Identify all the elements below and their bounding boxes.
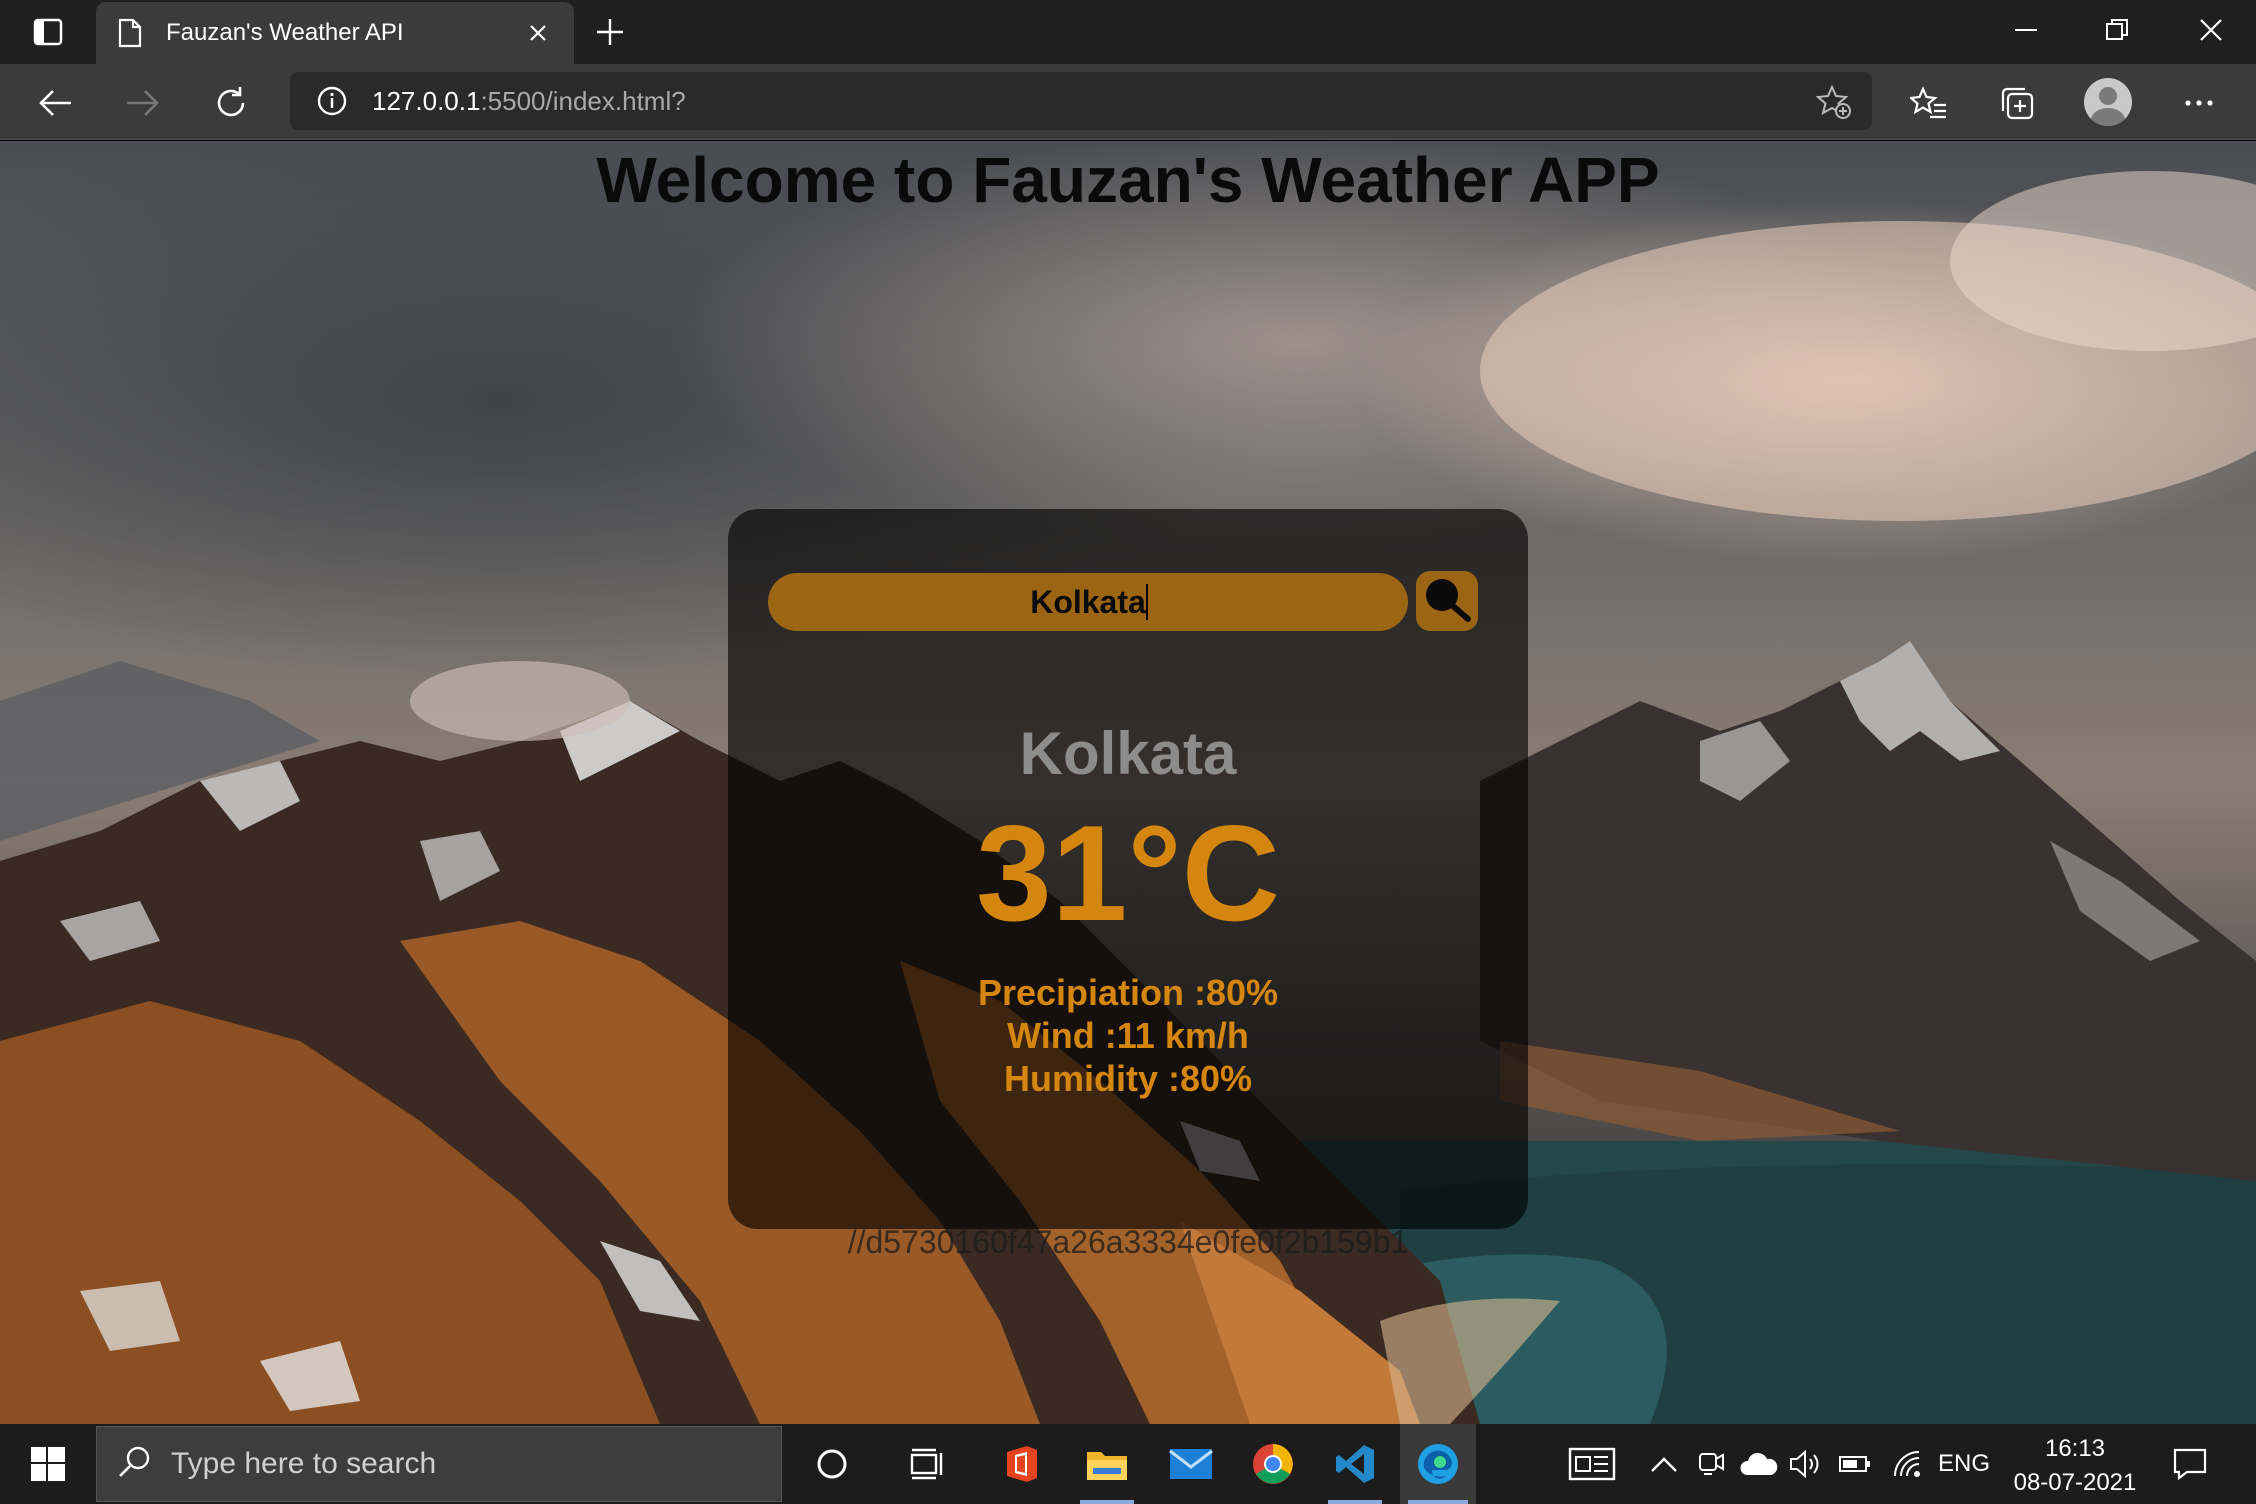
close-window-icon[interactable] [2166,0,2256,60]
page-viewport: Welcome to Fauzan's Weather APP Kolkata … [0,141,2256,1424]
profile-avatar[interactable] [2084,78,2132,126]
language-indicator[interactable]: ENG [1936,1424,1992,1504]
system-clock[interactable]: 16:13 08-07-2021 [2000,1432,2150,1500]
chrome-icon[interactable] [1238,1424,1308,1504]
volume-icon[interactable] [1786,1424,1828,1504]
precipitation-text: Precipiation :80% [977,972,1279,1013]
add-favorite-icon[interactable] [1814,82,1854,122]
forward-icon[interactable] [118,78,168,128]
collections-icon[interactable] [1992,78,2042,128]
close-tab-icon[interactable] [520,15,556,51]
taskbar-search-placeholder: Type here to search [171,1447,437,1480]
refresh-icon[interactable] [206,78,256,128]
wind-text: Wind :11 km/h [1007,1015,1249,1056]
url-path: :5500/index.html? [480,85,686,116]
text-caret [1146,584,1148,620]
windows-start-icon[interactable] [0,1424,96,1504]
city-search-input[interactable] [768,573,1408,631]
search-icon [117,1445,151,1484]
task-view-icon[interactable] [896,1424,960,1504]
new-tab-icon[interactable] [590,12,630,52]
cortana-icon[interactable] [800,1424,864,1504]
city-name: Kolkata [1019,720,1237,787]
clock-time: 16:13 [2044,1435,2106,1462]
url-host: 127.0.0.1 [372,85,481,116]
page-heading: Welcome to Fauzan's Weather APP [596,144,1660,216]
app-running-indicator [1080,1500,1134,1504]
browser-tab-bar: Fauzan's Weather API [0,0,2256,64]
api-key-text: //d5730160f47a26a3334e0fe0f2b159b1 [847,1224,1409,1260]
search-button[interactable] [1416,571,1478,631]
chevron-up-icon[interactable] [1644,1424,1684,1504]
meet-now-icon[interactable] [1690,1424,1732,1504]
browser-toolbar: 127.0.0.1:5500/index.html? [0,64,2256,140]
page-icon [114,17,146,49]
mail-icon[interactable] [1156,1424,1226,1504]
temperature: 31°C [976,797,1280,949]
office-app-icon[interactable] [990,1424,1054,1504]
language-text: ENG [1937,1450,1990,1477]
humidity-text: Humidity :80% [1003,1058,1253,1099]
tab-actions-icon[interactable] [20,14,76,50]
minimize-icon[interactable] [1982,0,2072,60]
wifi-icon[interactable] [1886,1424,1928,1504]
url-text: 127.0.0.1:5500/index.html? [372,86,686,117]
news-widget-icon[interactable] [1560,1424,1624,1504]
restore-icon[interactable] [2072,0,2162,60]
avatar-body [2091,108,2125,126]
more-options-icon[interactable] [2174,78,2224,128]
favorites-icon[interactable] [1904,78,1954,128]
search-icon [1421,575,1473,628]
notifications-icon[interactable] [2160,1424,2220,1504]
windows-taskbar: Type here to search ENG 16:13 08-07-2021 [0,1424,2256,1504]
browser-tab[interactable]: Fauzan's Weather API [96,2,574,64]
battery-icon[interactable] [1834,1424,1876,1504]
file-explorer-icon[interactable] [1072,1424,1142,1504]
weather-card: Kolkata 31°C Precipiation :80% Wind :11 … [728,509,1528,1229]
onedrive-icon[interactable] [1736,1424,1782,1504]
app-running-indicator [1408,1500,1468,1504]
avatar-head [2099,87,2117,105]
site-info-icon[interactable] [314,83,350,119]
taskbar-search-box[interactable]: Type here to search [96,1426,782,1502]
vscode-icon[interactable] [1320,1424,1390,1504]
edge-icon[interactable] [1400,1424,1476,1504]
tab-title: Fauzan's Weather API [166,19,404,46]
clock-date: 08-07-2021 [2013,1469,2137,1496]
app-running-indicator [1328,1500,1382,1504]
back-icon[interactable] [30,78,80,128]
address-bar[interactable]: 127.0.0.1:5500/index.html? [290,72,1872,130]
